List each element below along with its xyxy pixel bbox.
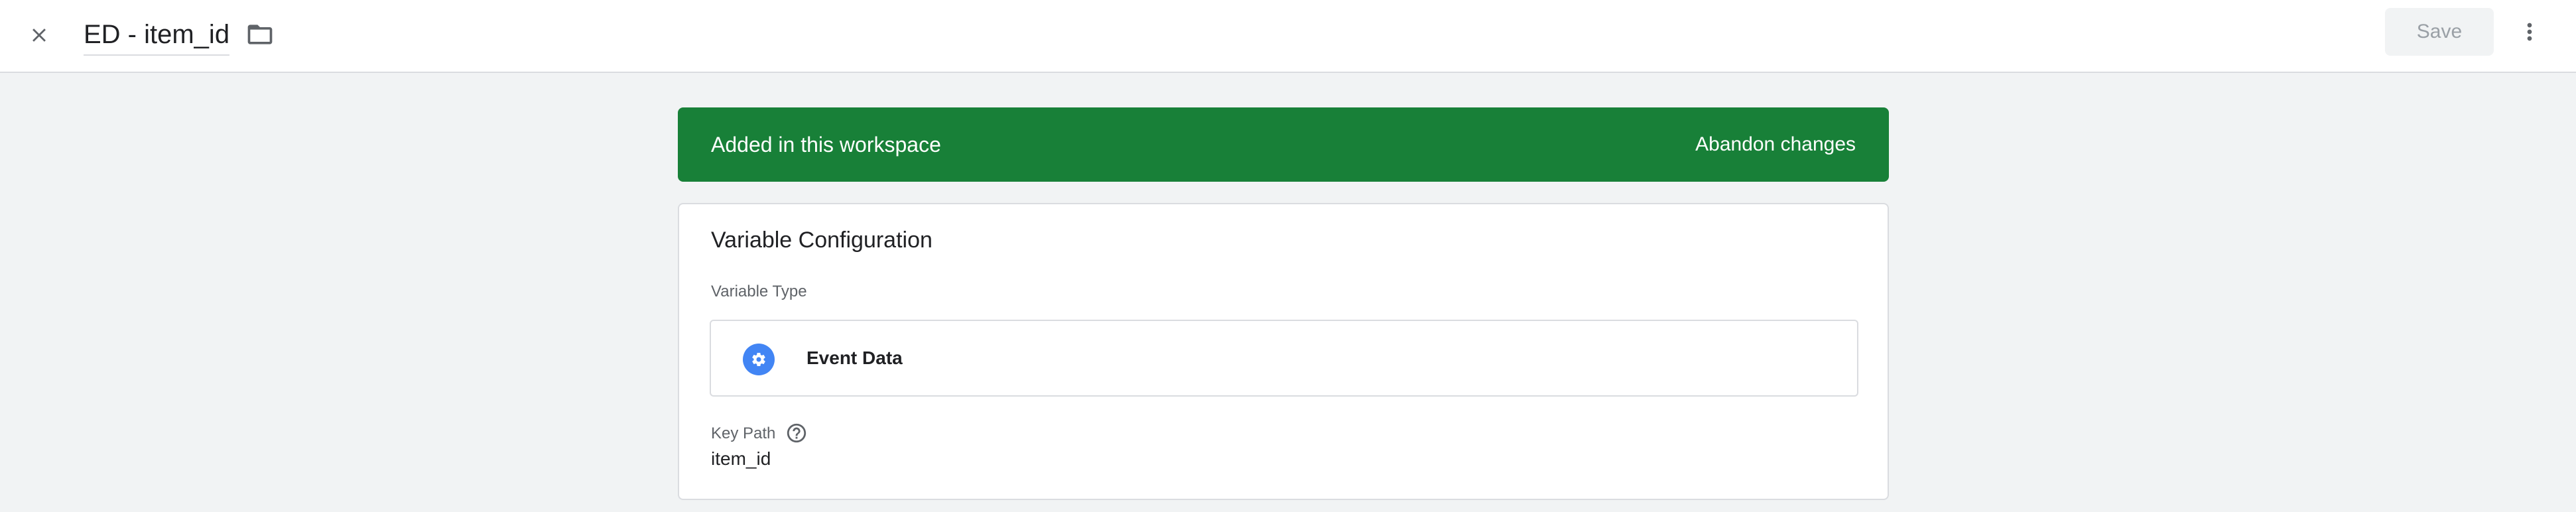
abandon-changes-button[interactable]: Abandon changes [1695, 107, 1856, 182]
save-button[interactable]: Save [2385, 8, 2494, 56]
variable-type-name: Event Data [806, 348, 903, 368]
variable-configuration-card: Variable Configuration Variable Type Eve… [678, 203, 1889, 500]
folder-button[interactable] [241, 17, 279, 52]
help-icon[interactable] [785, 422, 808, 444]
gear-icon [743, 344, 775, 375]
key-path-value: item_id [711, 448, 771, 469]
variable-name-field[interactable]: ED - item_id [84, 16, 230, 56]
folder-icon [247, 25, 273, 44]
variable-type-label: Variable Type [711, 283, 807, 300]
variable-type-selector[interactable]: Event Data [710, 320, 1858, 397]
card-title: Variable Configuration [711, 227, 933, 253]
top-bar: ED - item_id Save [0, 0, 2576, 73]
more-options-button[interactable] [2511, 12, 2548, 52]
more-vert-icon [2527, 23, 2532, 41]
close-button[interactable] [19, 15, 60, 56]
close-icon [32, 29, 46, 42]
workspace-status-banner: Added in this workspace Abandon changes [678, 107, 1889, 182]
key-path-label: Key Path [711, 424, 776, 442]
banner-text: Added in this workspace [711, 133, 941, 157]
